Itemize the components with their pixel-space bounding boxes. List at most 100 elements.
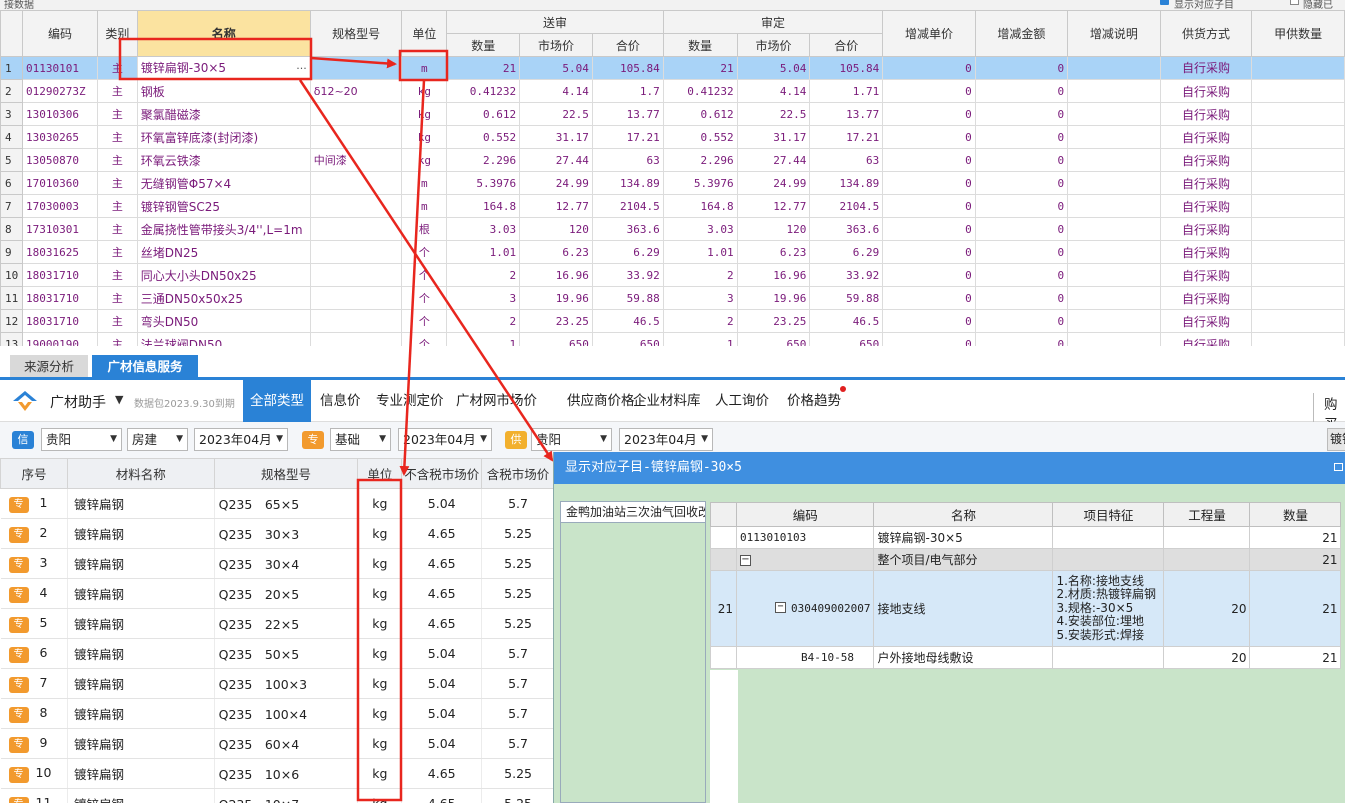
col-inc-note[interactable]: 增减说明	[1067, 10, 1161, 57]
cell-total[interactable]: 13.77	[591, 102, 664, 126]
cell-inc-amount[interactable]: 0	[974, 194, 1069, 218]
cell-a-qty[interactable]	[1251, 148, 1345, 172]
cell-a-qty[interactable]	[1251, 102, 1345, 126]
cell-approved-price[interactable]: 31.17	[736, 125, 811, 149]
col-sub-total[interactable]: 合价	[591, 33, 664, 57]
cell-total[interactable]: 17.21	[591, 125, 664, 149]
cell-supply[interactable]: 自行采购	[1159, 125, 1253, 149]
list-item[interactable]: 专 11 镀锌扁钢Q235 10×7kg4.655.25	[0, 788, 555, 803]
cell-approved-qty[interactable]: 0.612	[662, 102, 738, 126]
cell-approved-qty[interactable]: 2	[662, 309, 738, 333]
cell-category[interactable]: 主	[96, 309, 138, 333]
cell-supply[interactable]: 自行采购	[1159, 56, 1253, 80]
row-number[interactable]: 4	[0, 125, 23, 149]
cell-inc-note[interactable]	[1067, 217, 1161, 241]
cell-approved-price[interactable]: 650	[736, 332, 811, 346]
col-spec[interactable]: 规格型号	[309, 10, 403, 57]
cell-inc-note[interactable]	[1067, 79, 1161, 103]
cell-category[interactable]: 主	[96, 102, 138, 126]
cell-supply[interactable]: 自行采购	[1159, 286, 1253, 310]
cell-market-price[interactable]: 120	[519, 217, 593, 241]
col-category[interactable]: 类别	[96, 10, 138, 57]
col-ex-tax[interactable]: 不含税市场价	[401, 458, 483, 489]
list-item[interactable]: 专 1 镀锌扁钢 Q235 65×5 kg 5.04 5.7	[0, 488, 555, 519]
table-row[interactable]: 3 13010306 主聚氯醋磁漆 kg 0.612 22.5 13.77 0.612 22.5…	[0, 102, 1345, 126]
cell-code[interactable]: 18031625	[21, 240, 98, 264]
cell-unit[interactable]: 个	[401, 240, 448, 264]
cell-total[interactable]: 2104.5	[591, 194, 664, 218]
cell-approved-qty[interactable]: 0.552	[662, 125, 738, 149]
cell-spec[interactable]	[309, 56, 403, 80]
cell-approved-total[interactable]: 1.71	[809, 79, 884, 103]
cell-a-qty[interactable]	[1251, 171, 1345, 195]
cell-approved-total[interactable]: 63	[809, 148, 884, 172]
list-item[interactable]: 专 3 镀锌扁钢 Q235 30×4 kg 4.65 5.25	[0, 548, 555, 579]
col-a-qty[interactable]: 甲供数量	[1251, 10, 1345, 57]
cell-a-qty[interactable]	[1251, 263, 1345, 287]
cell-inc-price[interactable]: 0	[882, 171, 976, 195]
more-icon[interactable]: ···	[296, 58, 307, 79]
cell-approved-total[interactable]: 33.92	[809, 263, 884, 287]
table-row[interactable]: 5 13050870 主环氧云铁漆 中间漆 kg 2.296 27.44 63 2.296 27.…	[0, 148, 1345, 172]
project-tree-item[interactable]: 金鸭加油站三次油气回收改造	[560, 501, 706, 523]
cell-inc-amount[interactable]: 0	[974, 125, 1069, 149]
cell-unit[interactable]: 个	[401, 263, 448, 287]
cell-approved-qty[interactable]: 3.03	[662, 217, 738, 241]
cell-qty[interactable]: 1.01	[446, 240, 521, 264]
maximize-icon[interactable]	[1334, 463, 1343, 471]
cell-inc-amount[interactable]: 0	[974, 332, 1069, 346]
cell-total[interactable]: 105.84	[591, 56, 664, 80]
cell-approved-price[interactable]: 24.99	[736, 171, 811, 195]
list-item[interactable]: 专 8 镀锌扁钢 Q235 100×4 kg 5.04 5.7	[0, 698, 555, 729]
cell-supply[interactable]: 自行采购	[1159, 79, 1253, 103]
cell-inc-price[interactable]: 0	[882, 102, 976, 126]
cell-qty[interactable]: 3.03	[446, 217, 521, 241]
dialog-title[interactable]: 显示对应子目-镀锌扁钢-30×5	[554, 452, 1345, 484]
cell-inc-amount[interactable]: 0	[974, 286, 1069, 310]
col-item-qty[interactable]: 数量	[1249, 502, 1342, 527]
cell-spec[interactable]	[309, 263, 403, 287]
table-row[interactable]: 12 18031710 主弯头DN50 个 2 23.25 46.5 2 23.25 46.5 0 0…	[0, 309, 1345, 333]
cell-a-qty[interactable]	[1251, 309, 1345, 333]
cell-approved-total[interactable]: 17.21	[809, 125, 884, 149]
cell-a-qty[interactable]	[1251, 56, 1345, 80]
list-item[interactable]: 专 9 镀锌扁钢 Q235 60×4 kg 5.04 5.7	[0, 728, 555, 759]
cell-unit[interactable]: kg	[401, 125, 448, 149]
cell-approved-total[interactable]: 13.77	[809, 102, 884, 126]
tab-material-service[interactable]: 广材信息服务	[92, 355, 198, 378]
price-tab-6[interactable]: 企业材料库	[633, 380, 701, 422]
cell-market-price[interactable]: 22.5	[519, 102, 593, 126]
city-select-supply[interactable]: 贵阳 ▼	[531, 428, 612, 451]
month-select-info[interactable]: 2023年04月 ▼	[194, 428, 288, 451]
cell-inc-price[interactable]: 0	[882, 286, 976, 310]
cell-supply[interactable]: 自行采购	[1159, 217, 1253, 241]
cell-inc-note[interactable]	[1067, 102, 1161, 126]
row-number[interactable]: 5	[0, 148, 23, 172]
cell-market-price[interactable]: 12.77	[519, 194, 593, 218]
cell-code[interactable]: 13010306	[21, 102, 98, 126]
row-number[interactable]: 8	[0, 217, 23, 241]
cell-approved-price[interactable]: 6.23	[736, 240, 811, 264]
row-number[interactable]: 13	[0, 332, 23, 346]
cell-spec[interactable]	[309, 332, 403, 346]
cell-approved-total[interactable]: 46.5	[809, 309, 884, 333]
cell-total[interactable]: 1.7	[591, 79, 664, 103]
cell-inc-price[interactable]: 0	[882, 240, 976, 264]
brand-name[interactable]: 广材助手	[50, 392, 106, 412]
collapse-icon[interactable]: −	[775, 602, 786, 613]
cell-inc-amount[interactable]: 0	[974, 148, 1069, 172]
cell-unit[interactable]: 个	[401, 332, 448, 346]
table-row[interactable]: 4 13030265 主环氧富锌底漆(封闭漆) kg 0.552 31.17 17.21 0.…	[0, 125, 1345, 149]
cell-total[interactable]: 46.5	[591, 309, 664, 333]
cell-approved-qty[interactable]: 21	[662, 56, 738, 80]
cell-market-price[interactable]: 650	[519, 332, 593, 346]
cell-inc-amount[interactable]: 0	[974, 102, 1069, 126]
price-tab-8[interactable]: 价格趋势	[787, 380, 841, 422]
cell-total[interactable]: 650	[591, 332, 664, 346]
cell-approved-qty[interactable]: 1.01	[662, 240, 738, 264]
price-tab-5[interactable]: 供应商价格	[567, 380, 635, 422]
row-number[interactable]: 3	[0, 102, 23, 126]
cell-name[interactable]: 环氧富锌底漆(封闭漆)	[136, 125, 311, 149]
table-row[interactable]: 8 17310301 主金属挠性管带接头3/4'',L=1m 根 3.03 120 363.…	[0, 217, 1345, 241]
price-tab-1[interactable]: 全部类型	[243, 380, 311, 422]
